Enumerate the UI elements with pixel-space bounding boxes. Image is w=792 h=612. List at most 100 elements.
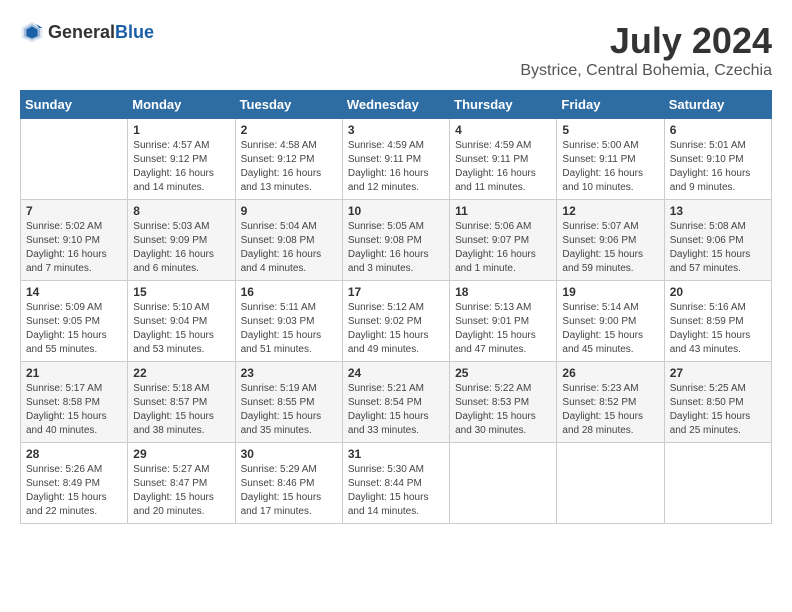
calendar-cell: 15 Sunrise: 5:10 AM Sunset: 9:04 PM Dayli…: [128, 281, 235, 362]
day-number: 17: [348, 285, 444, 299]
calendar-cell: 3 Sunrise: 4:59 AM Sunset: 9:11 PM Daylig…: [342, 119, 449, 200]
day-number: 13: [670, 204, 766, 218]
location-subtitle: Bystrice, Central Bohemia, Czechia: [520, 62, 772, 80]
day-info: Sunrise: 5:13 AM Sunset: 9:01 PM Dayligh…: [455, 301, 551, 357]
day-info: Sunrise: 5:04 AM Sunset: 9:08 PM Dayligh…: [241, 220, 337, 276]
calendar-cell: 26 Sunrise: 5:23 AM Sunset: 8:52 PM Dayli…: [557, 362, 664, 443]
day-number: 15: [133, 285, 229, 299]
day-number: 11: [455, 204, 551, 218]
day-info: Sunrise: 4:59 AM Sunset: 9:11 PM Dayligh…: [348, 139, 444, 195]
calendar-cell: 28 Sunrise: 5:26 AM Sunset: 8:49 PM Dayli…: [21, 443, 128, 524]
day-info: Sunrise: 5:09 AM Sunset: 9:05 PM Dayligh…: [26, 301, 122, 357]
logo-text-blue: Blue: [115, 22, 154, 42]
day-number: 4: [455, 123, 551, 137]
day-number: 6: [670, 123, 766, 137]
calendar-cell: 31 Sunrise: 5:30 AM Sunset: 8:44 PM Dayli…: [342, 443, 449, 524]
calendar-cell: 14 Sunrise: 5:09 AM Sunset: 9:05 PM Dayli…: [21, 281, 128, 362]
day-info: Sunrise: 5:26 AM Sunset: 8:49 PM Dayligh…: [26, 463, 122, 519]
calendar-week-row: 14 Sunrise: 5:09 AM Sunset: 9:05 PM Dayli…: [21, 281, 772, 362]
day-number: 5: [562, 123, 658, 137]
calendar-cell: 7 Sunrise: 5:02 AM Sunset: 9:10 PM Daylig…: [21, 200, 128, 281]
calendar-cell: 30 Sunrise: 5:29 AM Sunset: 8:46 PM Dayli…: [235, 443, 342, 524]
day-number: 18: [455, 285, 551, 299]
day-number: 30: [241, 447, 337, 461]
day-info: Sunrise: 5:05 AM Sunset: 9:08 PM Dayligh…: [348, 220, 444, 276]
day-number: 26: [562, 366, 658, 380]
day-info: Sunrise: 5:18 AM Sunset: 8:57 PM Dayligh…: [133, 382, 229, 438]
day-info: Sunrise: 5:14 AM Sunset: 9:00 PM Dayligh…: [562, 301, 658, 357]
day-info: Sunrise: 4:57 AM Sunset: 9:12 PM Dayligh…: [133, 139, 229, 195]
day-info: Sunrise: 5:07 AM Sunset: 9:06 PM Dayligh…: [562, 220, 658, 276]
calendar-week-row: 28 Sunrise: 5:26 AM Sunset: 8:49 PM Dayli…: [21, 443, 772, 524]
day-number: 28: [26, 447, 122, 461]
calendar-cell: 16 Sunrise: 5:11 AM Sunset: 9:03 PM Dayli…: [235, 281, 342, 362]
calendar-cell: 20Sunrise: 5:16 AM Sunset: 8:59 PM Dayli…: [664, 281, 771, 362]
day-info: Sunrise: 5:12 AM Sunset: 9:02 PM Dayligh…: [348, 301, 444, 357]
day-number: 19: [562, 285, 658, 299]
day-info: Sunrise: 5:27 AM Sunset: 8:47 PM Dayligh…: [133, 463, 229, 519]
day-header-monday: Monday: [128, 91, 235, 119]
calendar-cell: [21, 119, 128, 200]
header: GeneralBlue July 2024 Bystrice, Central …: [20, 20, 772, 80]
calendar-cell: 8 Sunrise: 5:03 AM Sunset: 9:09 PM Daylig…: [128, 200, 235, 281]
day-number: 1: [133, 123, 229, 137]
day-info: Sunrise: 5:06 AM Sunset: 9:07 PM Dayligh…: [455, 220, 551, 276]
title-section: July 2024 Bystrice, Central Bohemia, Cze…: [520, 20, 772, 80]
day-info: Sunrise: 5:03 AM Sunset: 9:09 PM Dayligh…: [133, 220, 229, 276]
day-number: 14: [26, 285, 122, 299]
calendar-week-row: 7 Sunrise: 5:02 AM Sunset: 9:10 PM Daylig…: [21, 200, 772, 281]
day-info: Sunrise: 5:25 AM Sunset: 8:50 PM Dayligh…: [670, 382, 766, 438]
calendar-cell: 13 Sunrise: 5:08 AM Sunset: 9:06 PM Dayli…: [664, 200, 771, 281]
calendar-cell: 18 Sunrise: 5:13 AM Sunset: 9:01 PM Dayli…: [450, 281, 557, 362]
day-number: 25: [455, 366, 551, 380]
day-info: Sunrise: 5:22 AM Sunset: 8:53 PM Dayligh…: [455, 382, 551, 438]
calendar-cell: 11 Sunrise: 5:06 AM Sunset: 9:07 PM Dayli…: [450, 200, 557, 281]
day-info: Sunrise: 5:29 AM Sunset: 8:46 PM Dayligh…: [241, 463, 337, 519]
day-header-saturday: Saturday: [664, 91, 771, 119]
day-number: 23: [241, 366, 337, 380]
calendar-cell: 1 Sunrise: 4:57 AM Sunset: 9:12 PM Daylig…: [128, 119, 235, 200]
calendar-cell: 6 Sunrise: 5:01 AM Sunset: 9:10 PM Daylig…: [664, 119, 771, 200]
calendar-cell: [557, 443, 664, 524]
logo: GeneralBlue: [20, 20, 154, 44]
day-header-thursday: Thursday: [450, 91, 557, 119]
day-info: Sunrise: 5:11 AM Sunset: 9:03 PM Dayligh…: [241, 301, 337, 357]
day-info: Sunrise: 5:30 AM Sunset: 8:44 PM Dayligh…: [348, 463, 444, 519]
day-info: Sunrise: 5:00 AM Sunset: 9:11 PM Dayligh…: [562, 139, 658, 195]
day-info: Sunrise: 5:16 AM Sunset: 8:59 PM Dayligh…: [670, 301, 766, 357]
day-number: 31: [348, 447, 444, 461]
calendar-cell: 25 Sunrise: 5:22 AM Sunset: 8:53 PM Dayli…: [450, 362, 557, 443]
day-header-tuesday: Tuesday: [235, 91, 342, 119]
day-info: Sunrise: 5:23 AM Sunset: 8:52 PM Dayligh…: [562, 382, 658, 438]
day-number: 9: [241, 204, 337, 218]
calendar-cell: 27 Sunrise: 5:25 AM Sunset: 8:50 PM Dayli…: [664, 362, 771, 443]
calendar-cell: 9 Sunrise: 5:04 AM Sunset: 9:08 PM Daylig…: [235, 200, 342, 281]
day-number: 27: [670, 366, 766, 380]
day-number: 7: [26, 204, 122, 218]
calendar-cell: 29 Sunrise: 5:27 AM Sunset: 8:47 PM Dayli…: [128, 443, 235, 524]
calendar-cell: 4 Sunrise: 4:59 AM Sunset: 9:11 PM Daylig…: [450, 119, 557, 200]
calendar-week-row: 1 Sunrise: 4:57 AM Sunset: 9:12 PM Daylig…: [21, 119, 772, 200]
day-number: 8: [133, 204, 229, 218]
logo-text-general: General: [48, 22, 115, 42]
day-number: 10: [348, 204, 444, 218]
calendar-cell: 19 Sunrise: 5:14 AM Sunset: 9:00 PM Dayli…: [557, 281, 664, 362]
day-info: Sunrise: 5:08 AM Sunset: 9:06 PM Dayligh…: [670, 220, 766, 276]
day-info: Sunrise: 4:59 AM Sunset: 9:11 PM Dayligh…: [455, 139, 551, 195]
day-number: 3: [348, 123, 444, 137]
day-number: 16: [241, 285, 337, 299]
calendar-table: SundayMondayTuesdayWednesdayThursdayFrid…: [20, 90, 772, 524]
day-number: 24: [348, 366, 444, 380]
day-info: Sunrise: 5:10 AM Sunset: 9:04 PM Dayligh…: [133, 301, 229, 357]
calendar-cell: 24Sunrise: 5:21 AM Sunset: 8:54 PM Dayli…: [342, 362, 449, 443]
day-number: 12: [562, 204, 658, 218]
calendar-header-row: SundayMondayTuesdayWednesdayThursdayFrid…: [21, 91, 772, 119]
calendar-cell: 5 Sunrise: 5:00 AM Sunset: 9:11 PM Daylig…: [557, 119, 664, 200]
day-info: Sunrise: 5:02 AM Sunset: 9:10 PM Dayligh…: [26, 220, 122, 276]
calendar-cell: 10 Sunrise: 5:05 AM Sunset: 9:08 PM Dayli…: [342, 200, 449, 281]
day-info: Sunrise: 5:01 AM Sunset: 9:10 PM Dayligh…: [670, 139, 766, 195]
day-number: 2: [241, 123, 337, 137]
day-number: 29: [133, 447, 229, 461]
calendar-cell: 22Sunrise: 5:18 AM Sunset: 8:57 PM Dayli…: [128, 362, 235, 443]
calendar-cell: 17 Sunrise: 5:12 AM Sunset: 9:02 PM Dayli…: [342, 281, 449, 362]
